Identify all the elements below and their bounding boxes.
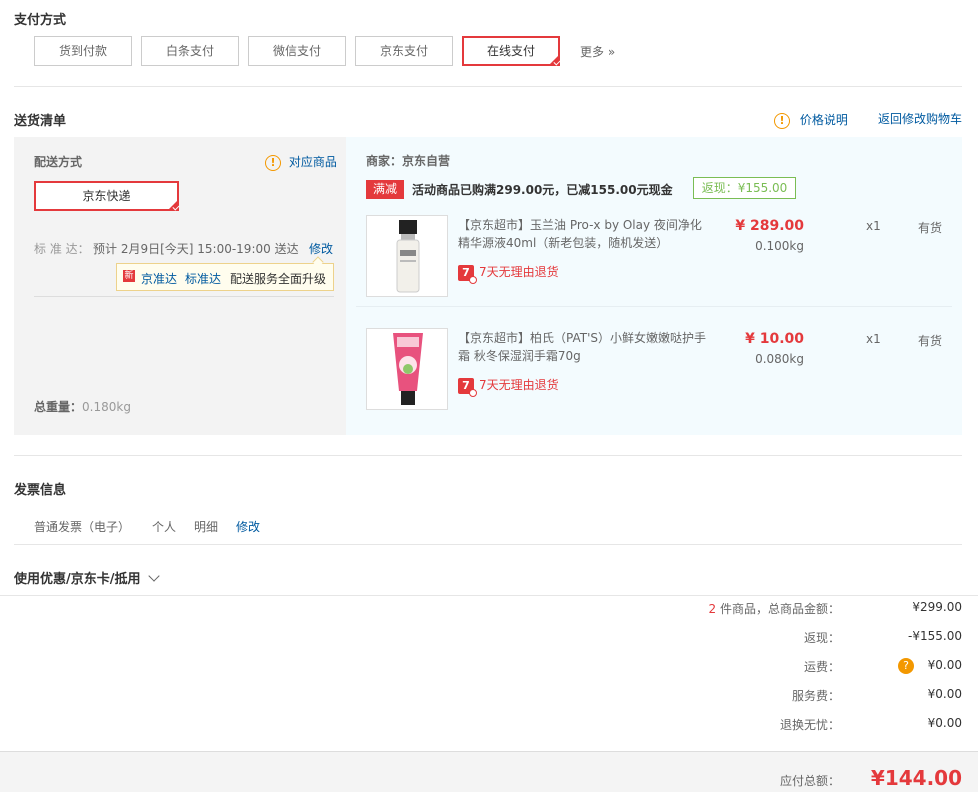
return-insurance-label: 退换无忧： bbox=[779, 718, 840, 732]
divider bbox=[14, 455, 962, 456]
total-weight-value: 0.180kg bbox=[82, 400, 131, 414]
product-name[interactable]: 【京东超市】柏氏（PAT'S）小鲜女嫩嫩哒护手霜 秋冬保湿润手霜70g bbox=[458, 329, 708, 365]
shipping-option-label: 京东快递 bbox=[82, 189, 131, 203]
tip-text: 配送服务全面升级 bbox=[230, 272, 327, 286]
invoice-section-title: 发票信息 bbox=[14, 483, 67, 498]
return-7-icon: 7 bbox=[458, 377, 477, 397]
pay-option-cod[interactable]: 货到付款 bbox=[34, 36, 132, 66]
goods-total-label: 2 件商品，总商品金额： bbox=[709, 600, 840, 617]
shipping-method-title: 配送方式 bbox=[34, 155, 83, 169]
payment-section-title: 支付方式 bbox=[14, 13, 67, 28]
product-stock: 有货 bbox=[918, 334, 943, 348]
product-qty: x1 bbox=[866, 332, 881, 346]
price-note[interactable]: ! 价格说明 bbox=[774, 111, 848, 129]
matching-items-link[interactable]: ! 对应商品 bbox=[265, 153, 337, 171]
product-stock: 有货 bbox=[918, 221, 943, 235]
price-note-label: 价格说明 bbox=[799, 113, 848, 127]
pay-option-online-label: 在线支付 bbox=[486, 44, 535, 58]
seven-day-return: 7 7天无理由退货 bbox=[458, 263, 559, 284]
info-icon: ! bbox=[774, 113, 790, 129]
order-footer: 应付总额： ¥144.00 bbox=[0, 751, 978, 792]
cashback-label: 返现： bbox=[803, 631, 840, 645]
divider bbox=[14, 544, 962, 545]
hand-cream-image bbox=[393, 333, 423, 405]
info-icon: ! bbox=[265, 155, 281, 171]
modify-delivery-link[interactable]: 修改 bbox=[309, 240, 333, 257]
cashback-value: -¥155.00 bbox=[908, 629, 962, 643]
help-icon[interactable]: ? bbox=[898, 658, 914, 674]
delivery-upgrade-tip: 新 京准达 标准达 配送服务全面升级 bbox=[116, 263, 334, 291]
divider bbox=[14, 86, 962, 87]
standard-delivery-label: 标 准 达： bbox=[34, 242, 90, 256]
seven-day-return: 7 7天无理由退货 bbox=[458, 376, 559, 397]
return-label: 7天无理由退货 bbox=[479, 265, 559, 279]
return-insurance-value: ¥0.00 bbox=[927, 716, 962, 730]
merchant-name: 商家：京东自营 bbox=[366, 154, 451, 168]
modify-invoice-link[interactable]: 修改 bbox=[236, 518, 260, 535]
total-weight: 总重量：0.180kg bbox=[34, 398, 131, 415]
shipping-fee-label: 运费： bbox=[803, 660, 840, 674]
tip-jingzhunda[interactable]: 京准达 bbox=[141, 270, 177, 287]
service-fee-label: 服务费： bbox=[791, 689, 840, 703]
shipping-fee-value: ¥0.00 bbox=[927, 658, 962, 672]
promo-tag: 满减 bbox=[366, 180, 404, 199]
total-weight-label: 总重量： bbox=[34, 400, 83, 414]
selected-check-icon bbox=[548, 54, 560, 66]
return-label: 7天无理由退货 bbox=[479, 378, 559, 392]
invoice-type: 普通发票（电子） bbox=[34, 520, 131, 534]
back-to-cart-link[interactable]: 返回修改购物车 bbox=[878, 110, 962, 127]
shipping-option-jd-express[interactable]: 京东快递 bbox=[34, 181, 179, 211]
product-image[interactable] bbox=[366, 328, 448, 410]
product-price: ¥ 289.00 bbox=[735, 218, 804, 234]
promo-text: 活动商品已购满299.00元，已减155.00元现金 bbox=[412, 183, 673, 197]
new-badge-icon: 新 bbox=[123, 270, 135, 282]
pay-more-link[interactable]: 更多 » bbox=[580, 43, 615, 60]
cashback-badge: 返现：¥155.00 bbox=[693, 177, 796, 199]
delivery-section-title: 送货清单 bbox=[14, 114, 67, 129]
divider bbox=[356, 306, 952, 307]
service-fee-value: ¥0.00 bbox=[927, 687, 962, 701]
coupon-toggle[interactable]: 使用优惠/京东卡/抵用 bbox=[14, 568, 160, 587]
item-count: 2 bbox=[708, 602, 717, 616]
matching-items-label: 对应商品 bbox=[288, 155, 337, 169]
pay-option-online[interactable]: 在线支付 bbox=[462, 36, 560, 66]
product-price: ¥ 10.00 bbox=[745, 331, 804, 347]
goods-total-value: ¥299.00 bbox=[912, 600, 962, 614]
return-7-icon: 7 bbox=[458, 264, 477, 284]
product-image[interactable] bbox=[366, 215, 448, 297]
invoice-content: 明细 bbox=[194, 520, 219, 534]
invoice-title-personal: 个人 bbox=[152, 520, 177, 534]
payable-label: 应付总额： bbox=[779, 774, 840, 788]
product-name[interactable]: 【京东超市】玉兰油 Pro-x by Olay 夜间净化精华源液40ml（新老包… bbox=[458, 216, 708, 252]
tip-standard[interactable]: 标准达 bbox=[185, 270, 221, 287]
divider bbox=[0, 595, 978, 596]
pay-option-baitiao[interactable]: 白条支付 bbox=[141, 36, 239, 66]
divider bbox=[34, 296, 334, 297]
coupon-section-title: 使用优惠/京东卡/抵用 bbox=[14, 572, 141, 587]
item-count-label: 件商品，总商品金额： bbox=[719, 602, 840, 616]
payable-total: ¥144.00 bbox=[870, 766, 962, 790]
selected-check-icon bbox=[167, 199, 179, 211]
product-qty: x1 bbox=[866, 219, 881, 233]
chevron-down-icon bbox=[148, 570, 160, 582]
delivery-eta: 预计 2月9日[今天] 15:00-19:00 送达 bbox=[93, 242, 299, 256]
pay-option-wechat[interactable]: 微信支付 bbox=[248, 36, 346, 66]
product-weight: 0.100kg bbox=[755, 239, 804, 253]
pay-option-jdpay[interactable]: 京东支付 bbox=[355, 36, 453, 66]
product-weight: 0.080kg bbox=[755, 352, 804, 366]
serum-bottle-image bbox=[396, 220, 420, 293]
